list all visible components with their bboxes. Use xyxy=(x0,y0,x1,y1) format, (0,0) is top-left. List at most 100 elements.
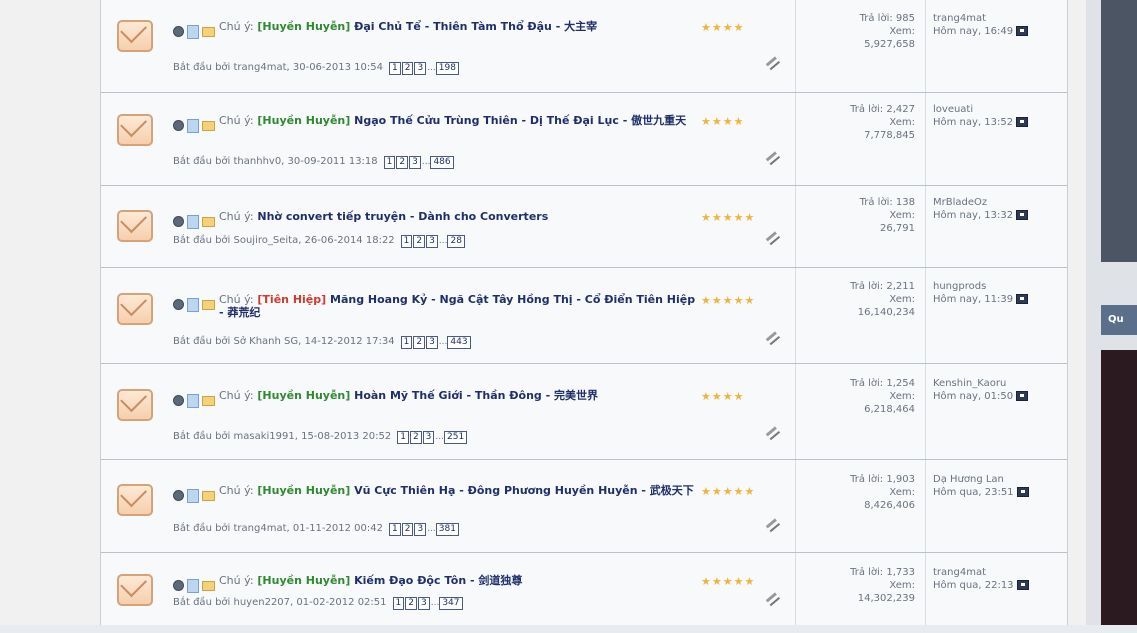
sidebar-image-bottom[interactable] xyxy=(1101,350,1137,633)
page-link[interactable]: 3 xyxy=(417,597,430,610)
bottom-strip xyxy=(0,625,1137,633)
goto-last-post-icon[interactable] xyxy=(1016,117,1029,127)
thread-title[interactable]: Chú ý: Nhờ convert tiếp truyện - Dành ch… xyxy=(219,210,699,223)
envelope-icon[interactable] xyxy=(117,389,153,421)
page-link[interactable]: 2 xyxy=(413,235,426,248)
page-link[interactable]: 2 xyxy=(413,336,426,349)
page-link[interactable]: 1 xyxy=(388,62,401,75)
page-link[interactable]: 2 xyxy=(409,431,422,444)
goto-last-post-icon[interactable] xyxy=(1016,487,1029,497)
thread-title-text[interactable]: Đại Chủ Tể - Thiên Tàm Thổ Đậu - 大主宰 xyxy=(354,20,597,33)
page-link[interactable]: 3 xyxy=(426,336,438,349)
page-link[interactable]: 1 xyxy=(397,431,409,444)
envelope-icon[interactable] xyxy=(117,114,153,146)
reply-count: Trả lời: 1,903 xyxy=(850,474,915,485)
thread-row: Chú ý: [Huyền Huyễn] Kiếm Đạo Độc Tôn - … xyxy=(101,553,1067,627)
pencil-icon[interactable] xyxy=(761,226,781,246)
thread-title[interactable]: Chú ý: [Huyền Huyễn] Ngạo Thế Cửu Trùng … xyxy=(219,114,699,127)
notice-label: Chú ý: xyxy=(219,210,254,223)
folder-icon xyxy=(202,299,215,310)
goto-last-post-icon[interactable] xyxy=(1016,580,1029,590)
last-page-link[interactable]: 251 xyxy=(444,431,468,444)
goto-last-post-icon[interactable] xyxy=(1016,391,1029,401)
envelope-icon[interactable] xyxy=(117,293,153,325)
page-ellipsis: ... xyxy=(435,432,444,442)
reply-count: Trả lời: 1,733 xyxy=(850,567,915,578)
last-post-user[interactable]: Kenshin_Kaoru xyxy=(933,377,1028,390)
thread-title-text[interactable]: Ngạo Thế Cửu Trùng Thiên - Dị Thế Đại Lụ… xyxy=(354,114,686,127)
pencil-icon[interactable] xyxy=(761,326,781,346)
envelope-icon[interactable] xyxy=(117,20,153,52)
thread-status-icons xyxy=(173,294,215,312)
last-page-link[interactable]: 381 xyxy=(435,523,459,536)
thread-status-icons xyxy=(173,390,215,408)
notice-label: Chú ý: xyxy=(219,114,254,127)
byline-text: Bắt đầu bởi Soujiro_Seita, 26-06-2014 18… xyxy=(173,235,395,246)
thread-prefix: [Tiên Hiệp] xyxy=(257,293,327,306)
page-link[interactable]: 2 xyxy=(401,523,414,536)
last-post-user[interactable]: hungprods xyxy=(933,280,1028,293)
sidebar-image-top[interactable] xyxy=(1101,0,1137,262)
page-link[interactable]: 3 xyxy=(409,156,421,169)
page-link[interactable]: 1 xyxy=(392,597,405,610)
thread-title-text[interactable]: Kiếm Đạo Độc Tôn - 剑道独尊 xyxy=(354,574,522,587)
page-links: 1 2 3... 347 xyxy=(392,597,464,610)
last-post-info: hungprods Hôm nay, 11:39 xyxy=(933,280,1029,306)
last-post-user[interactable]: MrBladeOz xyxy=(933,196,1028,209)
view-count: 6,218,464 xyxy=(864,404,915,415)
envelope-icon[interactable] xyxy=(117,574,153,606)
thread-stats-cell: Trả lời: 1,903 Xem: 8,426,406 xyxy=(795,460,926,552)
goto-last-post-icon[interactable] xyxy=(1016,26,1029,36)
status-dot-icon xyxy=(173,26,184,37)
last-post-cell: Kenshin_Kaoru Hôm nay, 01:50 xyxy=(925,364,1067,459)
last-page-link[interactable]: 443 xyxy=(447,336,471,349)
page-ellipsis: ... xyxy=(427,63,436,73)
view-label: Xem: xyxy=(889,580,915,591)
last-post-user[interactable]: Dạ Hương Lan xyxy=(933,473,1029,486)
page-links: 1 2 3... 381 xyxy=(388,523,460,536)
page-link[interactable]: 1 xyxy=(383,156,396,169)
rating-stars: ★★★★★ xyxy=(701,211,756,224)
last-page-link[interactable]: 347 xyxy=(439,597,463,610)
last-post-user[interactable]: trang4mat xyxy=(933,566,1029,579)
last-post-cell: hungprods Hôm nay, 11:39 xyxy=(925,268,1067,363)
thread-title[interactable]: Chú ý: [Huyền Huyễn] Hoàn Mỹ Thế Giới - … xyxy=(219,389,699,402)
thread-title-text[interactable]: Nhờ convert tiếp truyện - Dành cho Conve… xyxy=(257,210,548,223)
last-page-link[interactable]: 198 xyxy=(435,62,459,75)
last-post-user[interactable]: loveuati xyxy=(933,103,1028,116)
goto-last-post-icon[interactable] xyxy=(1016,210,1029,220)
thread-title[interactable]: Chú ý: [Huyền Huyễn] Kiếm Đạo Độc Tôn - … xyxy=(219,574,699,587)
pencil-icon[interactable] xyxy=(761,146,781,166)
page-link[interactable]: 2 xyxy=(396,156,409,169)
page-link[interactable]: 3 xyxy=(414,523,427,536)
page-link[interactable]: 1 xyxy=(400,235,413,248)
page-link[interactable]: 3 xyxy=(422,431,435,444)
last-post-info: trang4mat Hôm qua, 22:13 xyxy=(933,566,1029,592)
thread-title-text[interactable]: Hoàn Mỹ Thế Giới - Thần Đông - 完美世界 xyxy=(354,389,598,402)
thread-title[interactable]: Chú ý: [Huyền Huyễn] Đại Chủ Tể - Thiên … xyxy=(219,20,699,33)
pencil-icon[interactable] xyxy=(761,421,781,441)
pencil-icon[interactable] xyxy=(761,51,781,71)
thread-title-text[interactable]: Vũ Cực Thiên Hạ - Đông Phương Huyền Huyễ… xyxy=(354,484,694,497)
page-link[interactable]: 1 xyxy=(400,336,413,349)
page-link[interactable]: 3 xyxy=(414,62,427,75)
pencil-icon[interactable] xyxy=(761,513,781,533)
page-link[interactable]: 2 xyxy=(405,597,417,610)
view-label: Xem: xyxy=(889,294,915,305)
thread-title[interactable]: Chú ý: [Tiên Hiệp] Mãng Hoang Kỷ - Ngã C… xyxy=(219,293,699,319)
last-post-user[interactable]: trang4mat xyxy=(933,12,1028,25)
thread-byline: Bắt đầu bởi Sở Khanh SG, 14-12-2012 17:3… xyxy=(173,336,472,349)
byline-text: Bắt đầu bởi huyen2207, 01-02-2012 02:51 xyxy=(173,597,387,608)
page-link[interactable]: 1 xyxy=(388,523,401,536)
page-link[interactable]: 2 xyxy=(401,62,414,75)
thread-title[interactable]: Chú ý: [Huyền Huyễn] Vũ Cực Thiên Hạ - Đ… xyxy=(219,484,699,497)
folder-icon xyxy=(202,490,215,501)
envelope-icon[interactable] xyxy=(117,484,153,516)
page-link[interactable]: 3 xyxy=(426,235,438,248)
pencil-icon[interactable] xyxy=(761,587,781,607)
goto-last-post-icon[interactable] xyxy=(1016,294,1029,304)
envelope-icon[interactable] xyxy=(117,210,153,242)
last-page-link[interactable]: 486 xyxy=(430,156,454,169)
last-page-link[interactable]: 28 xyxy=(447,235,465,248)
last-post-cell: loveuati Hôm nay, 13:52 xyxy=(925,93,1067,185)
